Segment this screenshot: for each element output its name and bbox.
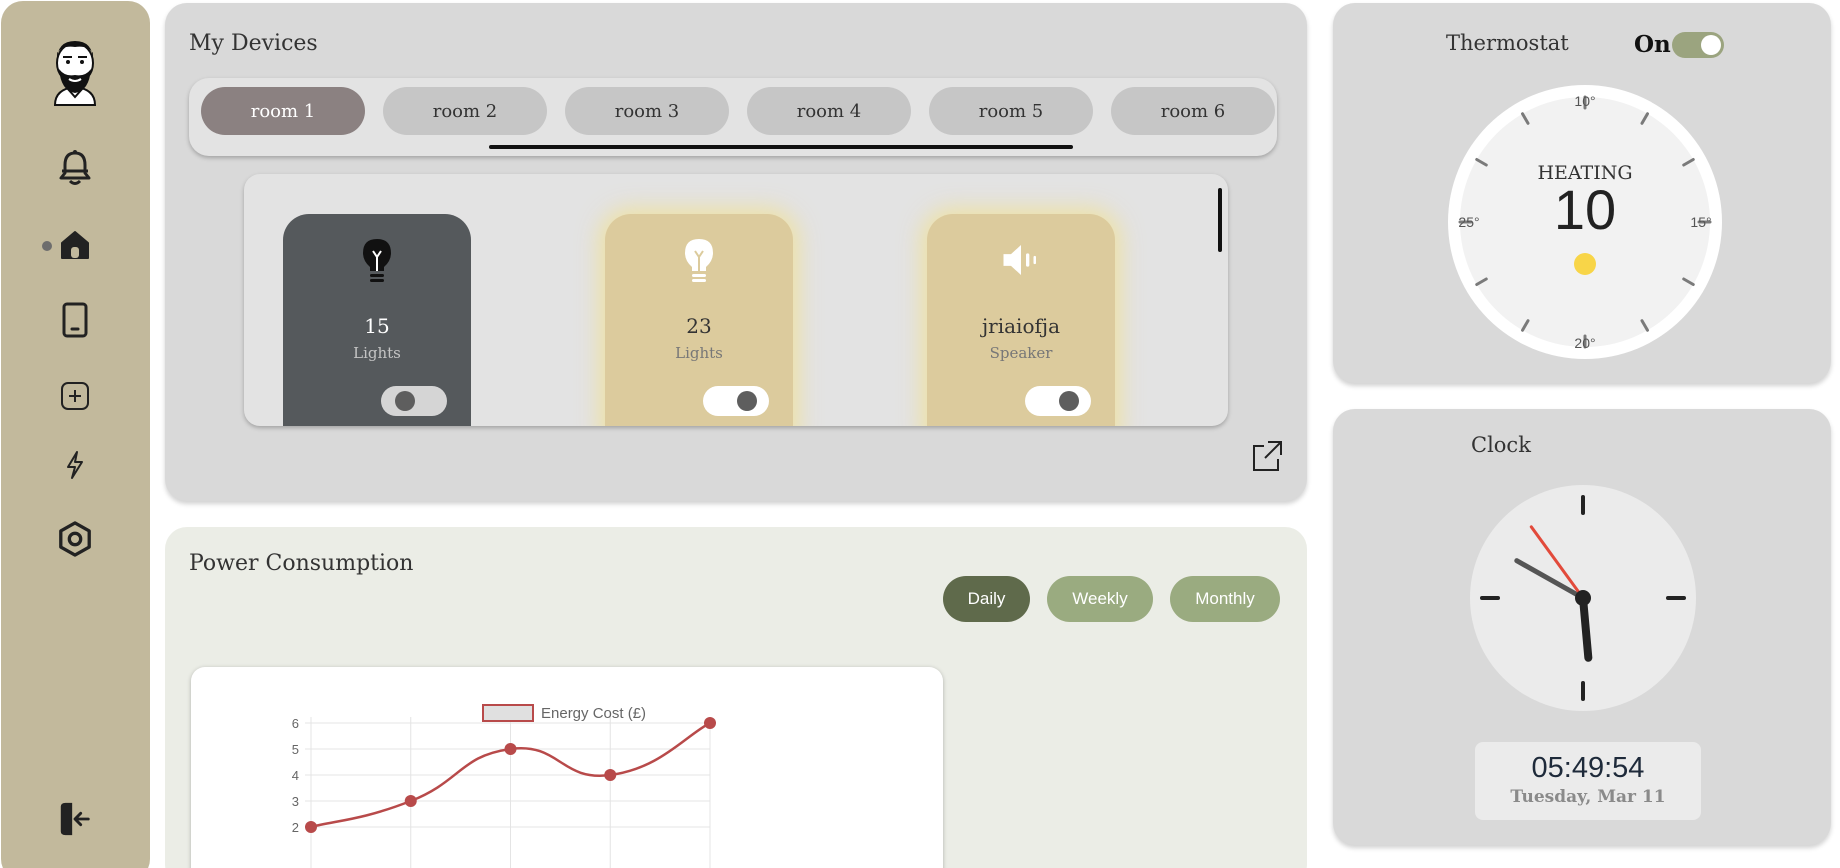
device-value: 23 <box>686 314 712 338</box>
bulb-icon <box>679 236 719 284</box>
bolt-icon[interactable] <box>57 447 93 483</box>
active-indicator <box>42 241 52 251</box>
heating-indicator <box>1574 253 1596 275</box>
data-point[interactable] <box>305 821 317 833</box>
toggle-knob <box>1701 35 1721 55</box>
power-chart: Energy Cost (£) 6 5 4 3 2 <box>292 704 716 868</box>
data-point[interactable] <box>404 795 417 807</box>
device-value: jriaiofja <box>981 314 1061 338</box>
clock-panel: Clock 05:49:54 Tuesday, Mar 11 <box>1333 409 1831 845</box>
device-value: 15 <box>364 314 390 338</box>
y-tick-label: 2 <box>292 820 299 835</box>
y-tick-label: 5 <box>292 742 299 757</box>
scale-label-bottom: 20° <box>1574 335 1595 351</box>
monthly-button[interactable]: Monthly <box>1170 576 1280 622</box>
power-title: Power Consumption <box>189 551 414 576</box>
tab-room-6[interactable]: room 6 <box>1111 87 1275 135</box>
weekly-button[interactable]: Weekly <box>1047 576 1153 622</box>
data-point[interactable] <box>504 743 517 755</box>
toggle-knob <box>395 391 415 411</box>
data-point[interactable] <box>704 717 716 729</box>
add-square-icon[interactable] <box>57 378 93 414</box>
rooms-scrollbar[interactable] <box>489 145 1073 149</box>
scale-label-top: 10° <box>1574 93 1595 109</box>
digital-time: 05:49:54 Tuesday, Mar 11 <box>1475 742 1701 820</box>
thermostat-state-label: On <box>1634 31 1671 58</box>
thermostat-toggle[interactable] <box>1672 32 1724 58</box>
settings-hexagon-icon[interactable] <box>57 521 93 557</box>
open-external-icon[interactable] <box>1250 439 1284 473</box>
y-tick-label: 4 <box>292 768 299 783</box>
daily-button[interactable]: Daily <box>943 576 1030 622</box>
speaker-icon <box>1001 236 1041 284</box>
tab-room-3[interactable]: room 3 <box>565 87 729 135</box>
tablet-icon[interactable] <box>57 302 93 338</box>
date-value: Tuesday, Mar 11 <box>1510 787 1666 807</box>
analog-clock <box>1470 485 1696 711</box>
device-card[interactable]: 23 Lights <box>605 214 793 426</box>
device-toggle[interactable] <box>703 386 769 416</box>
device-list: 15 Lights 23 Lights jriaiofja Speaker <box>244 174 1228 426</box>
device-type: Lights <box>675 344 723 362</box>
devices-panel: My Devices room 1 room 2 room 3 room 4 r… <box>165 3 1307 501</box>
device-type: Lights <box>353 344 401 362</box>
tab-room-2[interactable]: room 2 <box>383 87 547 135</box>
clock-title: Clock <box>1471 433 1531 457</box>
tab-room-5[interactable]: room 5 <box>929 87 1093 135</box>
device-toggle[interactable] <box>1025 386 1091 416</box>
tab-room-1[interactable]: room 1 <box>201 87 365 135</box>
scale-label-left: 25° <box>1458 214 1479 230</box>
thermostat-panel: Thermostat On 10° 15° 20° 25° HEATING 10 <box>1333 3 1831 383</box>
toggle-knob <box>737 391 757 411</box>
power-panel: Power Consumption Daily Weekly Monthly E… <box>165 527 1307 868</box>
data-point[interactable] <box>604 769 617 781</box>
toggle-knob <box>1059 391 1079 411</box>
sidebar <box>1 1 150 868</box>
device-card[interactable]: 15 Lights <box>283 214 471 426</box>
power-chart-card: Energy Cost (£) 6 5 4 3 2 <box>191 667 943 868</box>
device-card[interactable]: jriaiofja Speaker <box>927 214 1115 426</box>
home-icon[interactable] <box>57 227 93 263</box>
legend-swatch <box>482 704 534 722</box>
thermostat-title: Thermostat <box>1446 31 1569 55</box>
devices-title: My Devices <box>189 31 318 56</box>
tab-room-4[interactable]: room 4 <box>747 87 911 135</box>
time-value: 05:49:54 <box>1531 752 1645 784</box>
logout-icon[interactable] <box>57 801 93 837</box>
hour-hand <box>1579 594 1593 662</box>
device-type: Speaker <box>989 344 1053 362</box>
y-tick-label: 6 <box>292 716 299 731</box>
bulb-icon <box>357 236 397 284</box>
rooms-tabbar: room 1 room 2 room 3 room 4 room 5 room … <box>189 78 1277 156</box>
legend-label: Energy Cost (£) <box>541 705 646 722</box>
scale-label-right: 15° <box>1690 214 1711 230</box>
bell-icon[interactable] <box>57 149 93 185</box>
devices-scrollbar[interactable] <box>1218 188 1222 252</box>
device-toggle[interactable] <box>381 386 447 416</box>
thermostat-value: 10 <box>1554 178 1616 241</box>
y-tick-label: 3 <box>292 794 299 809</box>
thermostat-dial[interactable]: 10° 15° 20° 25° HEATING 10 <box>1446 83 1724 361</box>
user-avatar[interactable] <box>47 35 103 107</box>
